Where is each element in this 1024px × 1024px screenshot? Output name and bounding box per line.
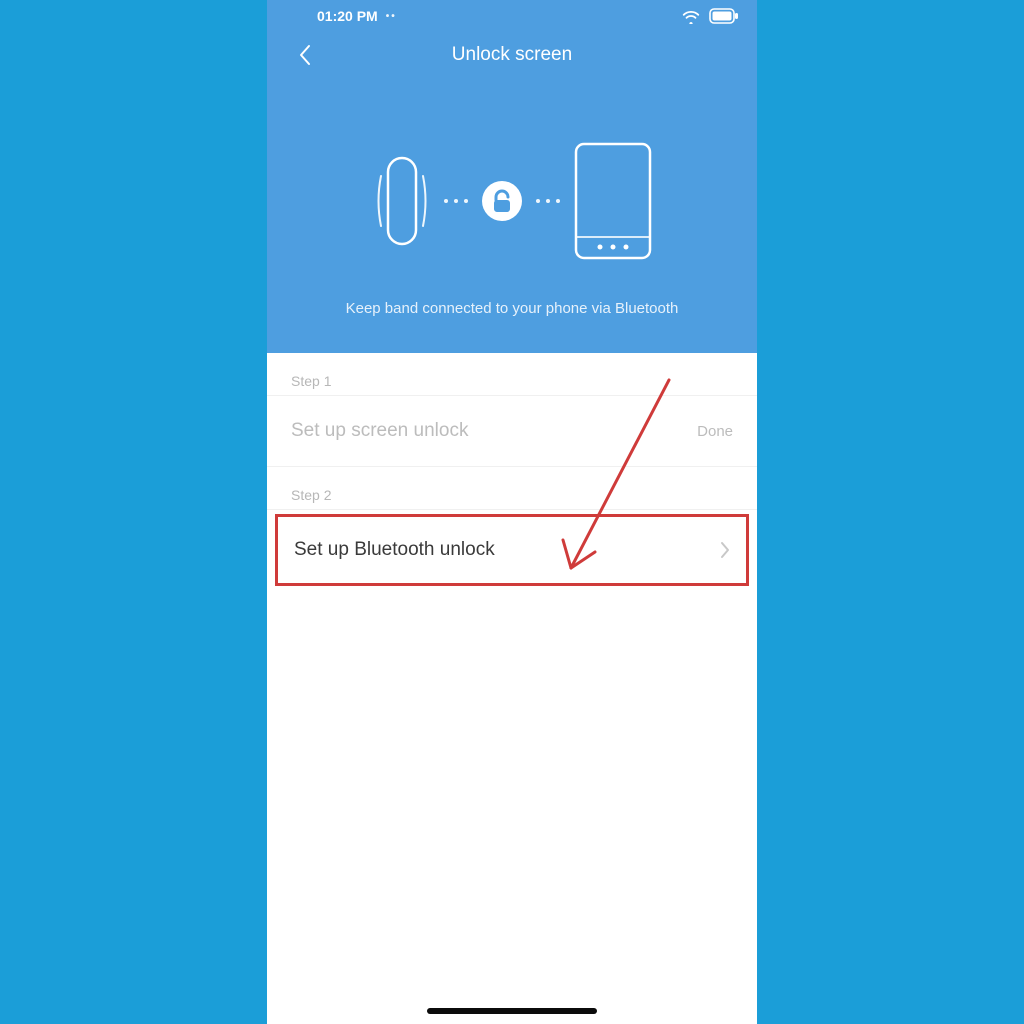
phone-device-icon (574, 142, 652, 260)
step1-label: Step 1 (267, 353, 757, 396)
hero-illustration (267, 82, 757, 300)
band-icon (372, 146, 430, 256)
illu-dots-left (444, 199, 468, 203)
status-right (681, 8, 739, 24)
annotation-highlight-box: Set up Bluetooth unlock (275, 514, 749, 586)
battery-icon (709, 8, 739, 24)
hero-caption: Keep band connected to your phone via Bl… (267, 300, 757, 317)
phone-frame: 01:20 PM •• (267, 0, 757, 1024)
setup-bluetooth-unlock-row[interactable]: Set up Bluetooth unlock (278, 517, 746, 583)
page-title: Unlock screen (452, 44, 572, 66)
step1-title: Set up screen unlock (291, 420, 468, 442)
unlock-icon (482, 181, 522, 221)
setup-screen-unlock-row[interactable]: Set up screen unlock Done (267, 396, 757, 467)
chevron-right-icon (720, 541, 730, 559)
home-indicator[interactable] (427, 1008, 597, 1014)
header-area: 01:20 PM •• (267, 0, 757, 353)
step2-label: Step 2 (267, 467, 757, 510)
steps-content: Step 1 Set up screen unlock Done Step 2 … (267, 353, 757, 586)
title-bar: Unlock screen (267, 28, 757, 82)
status-time: 01:20 PM (317, 8, 378, 24)
wifi-icon (681, 8, 701, 24)
chevron-left-icon (298, 44, 312, 66)
status-left: 01:20 PM •• (317, 8, 397, 24)
step2-title: Set up Bluetooth unlock (294, 539, 495, 561)
status-extra: •• (386, 11, 397, 22)
status-bar: 01:20 PM •• (267, 0, 757, 28)
back-button[interactable] (287, 37, 323, 73)
illu-dots-right (536, 199, 560, 203)
step1-status: Done (697, 423, 733, 440)
